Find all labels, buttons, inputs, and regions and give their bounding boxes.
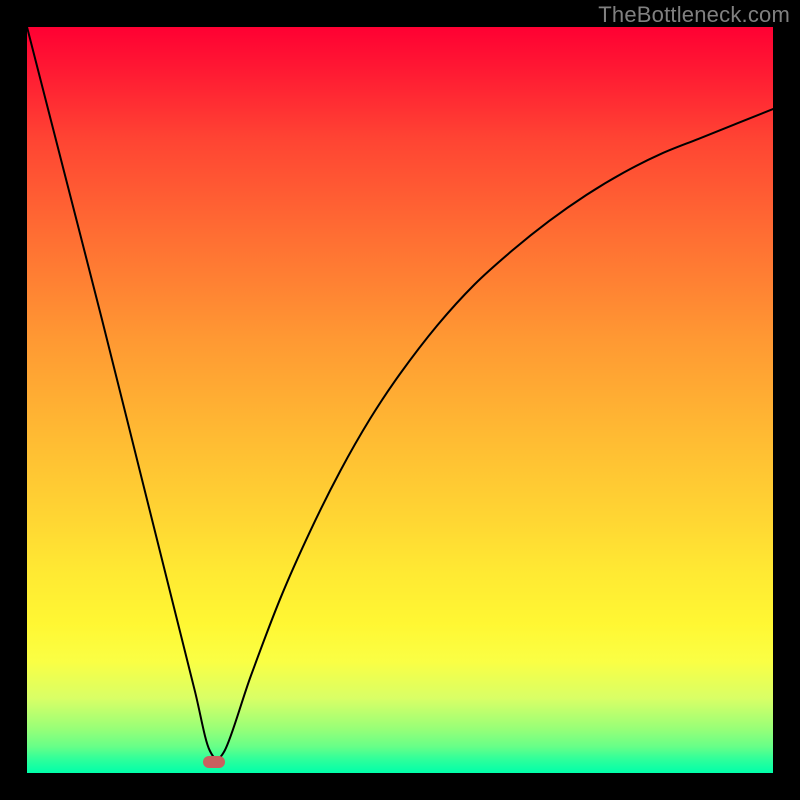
plot-area bbox=[27, 27, 773, 773]
chart-frame: TheBottleneck.com bbox=[0, 0, 800, 800]
vertex-marker bbox=[203, 756, 225, 768]
watermark-text: TheBottleneck.com bbox=[598, 2, 790, 28]
bottleneck-curve bbox=[27, 27, 773, 773]
